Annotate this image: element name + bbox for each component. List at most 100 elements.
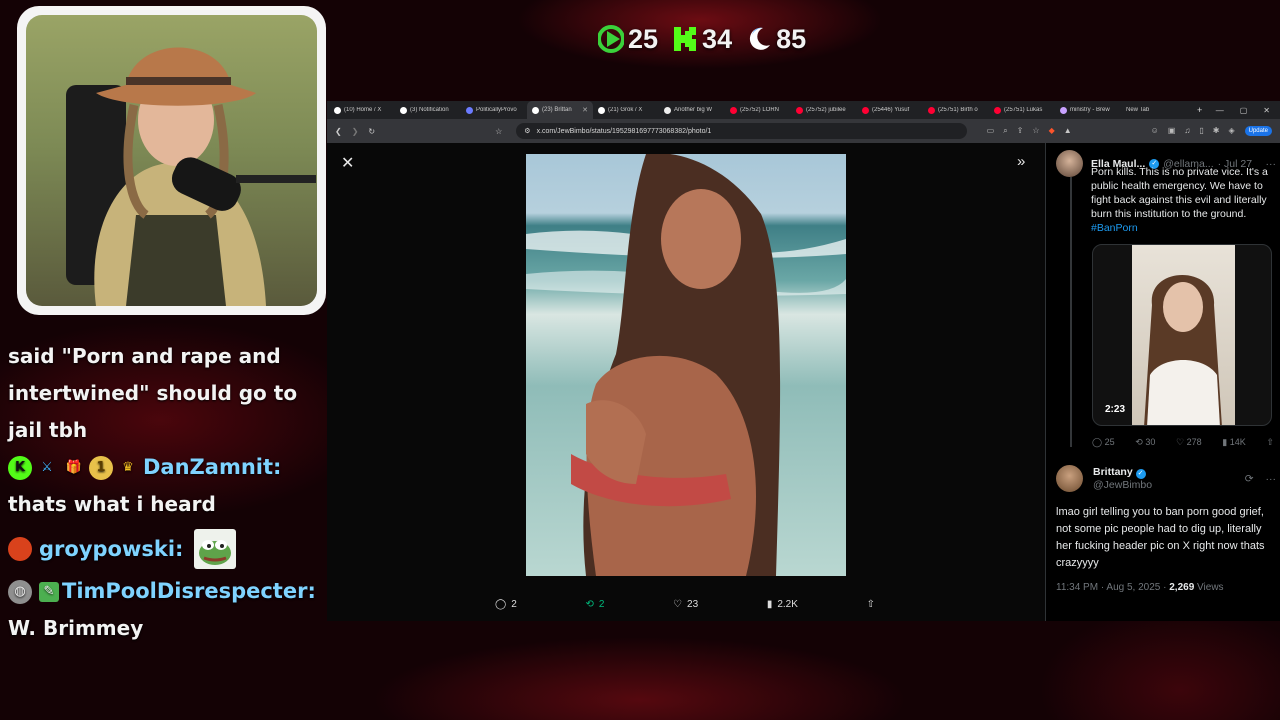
zoom-icon[interactable]: ⌕	[1003, 126, 1007, 136]
brave-shield-icon[interactable]: ◆	[1049, 126, 1055, 136]
play-icon	[598, 25, 624, 53]
minimize-icon[interactable]: —	[1216, 106, 1224, 115]
pepe-emote-icon	[194, 529, 237, 569]
avatar[interactable]	[1056, 465, 1083, 492]
browser-tab[interactable]: PoliticallyProvo	[461, 106, 527, 114]
tab-label: PoliticallyProvo	[476, 107, 517, 113]
chat-username[interactable]: DanZamnit:	[143, 449, 281, 486]
crown-badge-icon: ♛	[122, 460, 134, 475]
chat-username[interactable]: groypowski:	[39, 531, 183, 568]
expand-panel-icon[interactable]: »	[1017, 153, 1025, 170]
back-icon[interactable]: ❮	[335, 127, 342, 136]
rumble-viewer-count: 85	[776, 23, 807, 54]
rewards-icon[interactable]: ▲	[1064, 126, 1072, 136]
photo-action-bar: ◯ 2 ⟲ 2 ♡ 23 ▮ 2.2K ⇧	[495, 599, 875, 610]
tweet-photo[interactable]	[526, 154, 846, 576]
rank-one-badge-icon: 1	[89, 455, 113, 480]
close-icon[interactable]: ✕	[341, 153, 354, 173]
like-button[interactable]: ♡ 278	[1176, 435, 1202, 449]
views-button[interactable]: ▮ 2.2K	[767, 599, 798, 610]
like-button[interactable]: ♡ 23	[673, 599, 698, 610]
maximize-icon[interactable]: ▢	[1240, 106, 1248, 115]
browser-tab[interactable]: (25751) Birth o	[923, 106, 989, 114]
youtube-icon	[928, 106, 935, 114]
grok-icon[interactable]: ⟳	[1245, 472, 1254, 486]
chat-message: groypowski:	[8, 529, 318, 569]
quoted-tweet[interactable]: Ella Maul... ✓ @ellama... · Jul 27 ··· P…	[1056, 150, 1276, 235]
browser-tab[interactable]: (25752) LORN	[725, 106, 791, 114]
share-button[interactable]: ⇧	[867, 599, 875, 610]
repost-icon: ⟲	[585, 599, 594, 610]
chat-message: K ⚔ 🎁 1 ♛ DanZamnit:	[8, 449, 318, 486]
tab-label: ministry - Brew	[1070, 107, 1110, 113]
tweet-video[interactable]: 2:23	[1092, 244, 1272, 426]
reply-count: 2	[511, 599, 517, 610]
main-tweet-header: Brittany ✓ @JewBimbo ⟳ ···	[1056, 465, 1276, 492]
tab-label: (21) Grok / X	[608, 107, 643, 113]
close-tab-icon[interactable]: ✕	[582, 106, 588, 114]
wallet-icon[interactable]: ▣	[1168, 126, 1176, 136]
tab-label: (25751) Birth o	[938, 107, 978, 113]
vpn-icon[interactable]: ◈	[1228, 126, 1234, 136]
kick-icon	[674, 27, 697, 51]
viewer-stat-kick: 34	[672, 24, 732, 55]
hashtag-link[interactable]: #BanPorn	[1091, 222, 1138, 234]
new-tab-button[interactable]: +	[1187, 105, 1212, 115]
share-icon[interactable]: ⇧	[1266, 435, 1274, 449]
forward-icon[interactable]: ❯	[352, 127, 359, 136]
site-info-icon[interactable]: ⚙	[524, 127, 530, 135]
main-tweet: Brittany ✓ @JewBimbo ⟳ ··· lmao girl tel…	[1056, 465, 1276, 595]
repost-button[interactable]: ⟲ 30	[1135, 435, 1155, 449]
tweet-views-label: Views	[1197, 582, 1224, 593]
chat-message: thats what i heard	[8, 486, 318, 523]
star-icon[interactable]: ☆	[1032, 126, 1039, 136]
view-count: 14K	[1229, 437, 1246, 447]
extensions-icon[interactable]: ✱	[1213, 126, 1220, 136]
video-duration: 2:23	[1105, 404, 1126, 415]
author-handle[interactable]: @JewBimbo	[1093, 479, 1152, 492]
views-button[interactable]: ▮ 14K	[1222, 435, 1245, 449]
quoted-tweet-body: Porn kills. This is no private vice. It'…	[1091, 165, 1280, 235]
bookmark-icon[interactable]: ☆	[495, 127, 502, 136]
reply-button[interactable]: ◯ 2	[495, 599, 517, 610]
page-content: ✕ » ◯ 2 ⟲ 2 ♡ 23 ▮ 2.2K ⇧ Ella Maul... ✓…	[327, 143, 1280, 621]
heart-icon: ♡	[673, 599, 683, 610]
repost-count: 2	[598, 599, 605, 610]
browser-tab[interactable]: Another big W	[659, 106, 725, 114]
sidebar-icon[interactable]: ▯	[1199, 126, 1203, 136]
close-window-icon[interactable]: ✕	[1263, 106, 1270, 115]
view-count: 2.2K	[777, 599, 798, 610]
music-icon[interactable]: ♫	[1184, 126, 1190, 136]
video-person-illustration	[1144, 275, 1222, 425]
address-bar[interactable]: ⚙ x.com/JewBimbo/status/1952981697773068…	[516, 123, 967, 139]
browser-tab[interactable]: (25446) Yusuf	[857, 106, 923, 114]
browser-tab[interactable]: (10) Home / X	[329, 106, 395, 114]
reload-icon[interactable]: ↻	[368, 127, 375, 136]
share-icon[interactable]: ⇪	[1017, 126, 1024, 136]
browser-tab[interactable]: (3) Notification	[395, 106, 461, 114]
reply-icon: ◯	[495, 599, 507, 610]
browser-tab[interactable]: New Tab	[1121, 107, 1187, 113]
avatar[interactable]	[1056, 150, 1083, 177]
url-text[interactable]: x.com/JewBimbo/status/195298169777306838…	[537, 128, 712, 135]
reply-button[interactable]: ◯ 25	[1092, 435, 1115, 449]
tweet-timestamp[interactable]: 11:34 PM · Aug 5, 2025 ·	[1056, 582, 1166, 593]
browser-tab-active[interactable]: (23) Brittan ✕	[527, 101, 593, 119]
repost-button[interactable]: ⟲ 2	[585, 599, 604, 610]
browser-tab[interactable]: (25752) jubilee	[791, 106, 857, 114]
more-options-icon[interactable]: ···	[1266, 472, 1277, 486]
discord-icon[interactable]: ☺	[1151, 126, 1159, 136]
browser-tab[interactable]: (25751) Lukas	[989, 106, 1055, 114]
chat-message: said "Porn and rape and intertwined" sho…	[8, 338, 318, 449]
photo-viewer: ✕ » ◯ 2 ⟲ 2 ♡ 23 ▮ 2.2K ⇧	[327, 143, 1045, 621]
browser-tab[interactable]: (21) Grok / X	[593, 106, 659, 114]
browser-tab[interactable]: ministry - Brew	[1055, 106, 1121, 114]
tweet-text: Porn kills. This is no private vice. It'…	[1091, 166, 1268, 220]
site-favicon-icon	[1060, 106, 1067, 114]
stream-stats-bar: 25 34 85	[598, 22, 806, 56]
author-name[interactable]: Brittany	[1093, 466, 1133, 478]
chat-username[interactable]: TimPoolDisrespecter:	[62, 573, 316, 610]
update-button[interactable]: Update	[1244, 126, 1272, 136]
tab-label: (25752) LORN	[740, 107, 780, 113]
cast-icon[interactable]: ▭	[987, 126, 995, 136]
